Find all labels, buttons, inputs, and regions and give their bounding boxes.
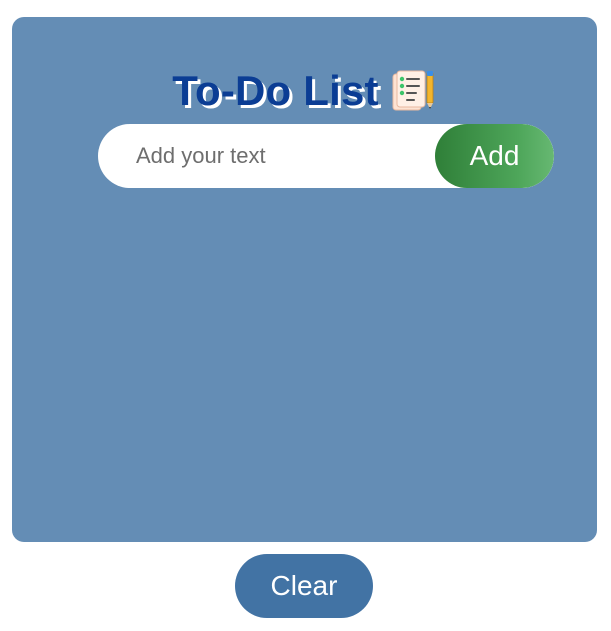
clear-button[interactable]: Clear — [235, 554, 373, 618]
todo-card: To-Do List Add — [12, 17, 597, 542]
page-title: To-Do List — [172, 67, 379, 114]
checklist-icon — [389, 67, 437, 115]
task-input-row: Add — [98, 124, 554, 188]
add-button[interactable]: Add — [435, 124, 554, 188]
header: To-Do List — [12, 63, 597, 119]
task-list — [98, 207, 554, 527]
task-input[interactable] — [98, 124, 436, 188]
